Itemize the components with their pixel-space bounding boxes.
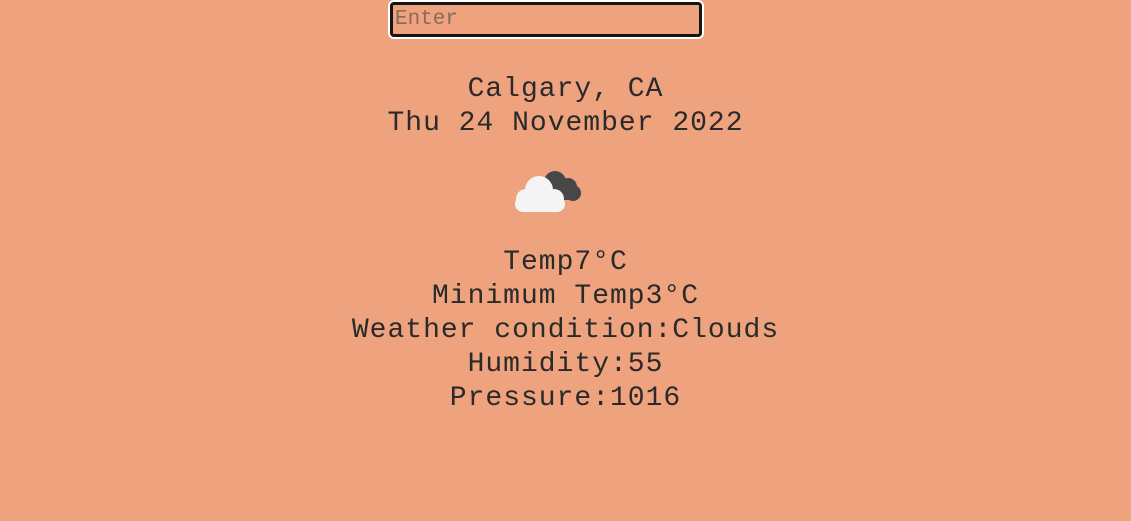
city-search-input[interactable] bbox=[390, 2, 702, 37]
humidity: Humidity:55 bbox=[467, 349, 664, 380]
current-date: Thu 24 November 2022 bbox=[387, 108, 744, 139]
search-box bbox=[388, 0, 704, 39]
weather-stats: Temp7°C Minimum Temp3°C Weather conditio… bbox=[0, 246, 1131, 416]
pressure: Pressure:1016 bbox=[449, 383, 682, 414]
temperature: Temp7°C bbox=[503, 247, 628, 278]
weather-condition: Weather condition:Clouds bbox=[351, 315, 780, 346]
minimum-temperature: Minimum Temp3°C bbox=[431, 281, 700, 312]
weather-app: Calgary, CA Thu 24 November 2022 Temp7°C… bbox=[0, 0, 1131, 521]
cloud-icon bbox=[515, 171, 581, 212]
city-name: Calgary, CA bbox=[467, 74, 664, 105]
location-block: Calgary, CA Thu 24 November 2022 bbox=[0, 73, 1131, 141]
